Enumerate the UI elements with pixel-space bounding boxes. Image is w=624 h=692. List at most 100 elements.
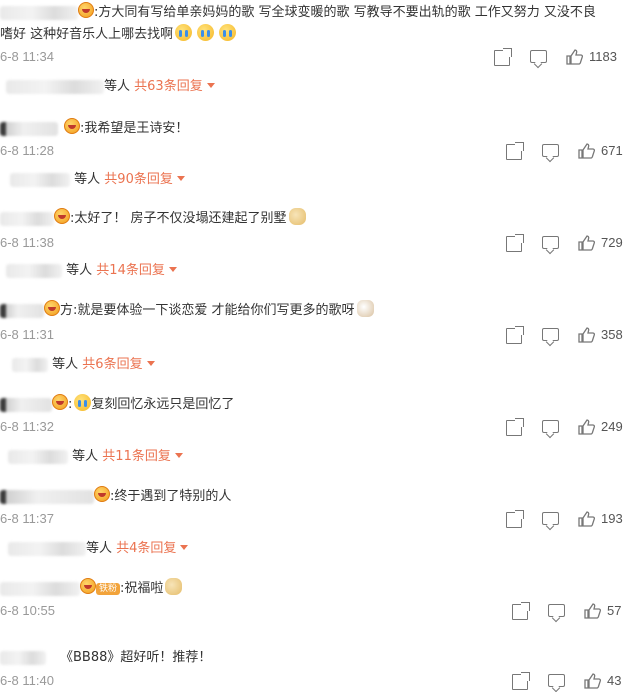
fan-badge: 铁粉: [96, 583, 121, 595]
blurred-username: [8, 541, 86, 556]
comment-text: :方大同有写给单亲妈妈的歌 写全球变暖的歌 写教导不要出轨的歌 工作又努力 又没…: [94, 5, 596, 20]
comment-text-row: :终于遇到了特别的人: [0, 486, 231, 507]
share-icon: [506, 510, 524, 528]
reply-summary[interactable]: 等人 共6条回复: [12, 356, 155, 374]
comment-time: 6-8 11:37: [0, 511, 54, 526]
comment-icon: [542, 328, 559, 341]
reply-summary[interactable]: 等人 共4条回复: [8, 540, 189, 558]
like-count: 358: [601, 327, 623, 342]
blurred-username[interactable]: [0, 397, 52, 412]
vip-badge-icon: [54, 208, 70, 224]
comment-actions: 671: [506, 142, 624, 162]
like-count: 671: [601, 143, 623, 158]
reply-count-link[interactable]: 共63条回复: [134, 79, 203, 94]
chevron-down-icon: [206, 83, 215, 88]
reply-count-link[interactable]: 共4条回复: [116, 541, 176, 556]
reply-prefix: 等人: [66, 263, 93, 278]
comment-text-row: 《BB88》超好听！推荐！: [0, 648, 211, 668]
comment-icon: [548, 674, 565, 687]
blurred-username[interactable]: [0, 489, 94, 504]
comment-actions: 358: [506, 326, 624, 346]
blurred-username[interactable]: [0, 650, 46, 665]
comment-text: :我希望是王诗安！: [80, 121, 189, 136]
blurred-username: [12, 357, 48, 372]
comment-text-row: :我希望是王诗安！: [0, 118, 188, 139]
reply-prefix: 等人: [72, 449, 99, 464]
thumbs-up-icon: [578, 327, 595, 343]
cat-emoji-icon: [356, 300, 374, 317]
thumbs-up-icon: [578, 511, 595, 527]
comment-text-row: : 复刻回忆永远只是回忆了: [0, 394, 234, 415]
blurred-username[interactable]: [0, 5, 78, 20]
comment-text: :太好了！ 房子不仅没塌还建起了别墅: [70, 211, 287, 226]
comment-actions: 43: [512, 672, 624, 692]
comment-separator: :: [68, 397, 73, 412]
share-icon: [494, 48, 512, 66]
reply-summary[interactable]: 等人 共90条回复: [10, 171, 185, 189]
comment-text: :祝福啦: [120, 581, 164, 596]
like-count: 729: [601, 235, 623, 250]
reply-count-link[interactable]: 共6条回复: [82, 357, 142, 372]
comment-icon: [542, 144, 559, 157]
comment-time: 6-8 11:31: [0, 327, 54, 342]
like-count: 249: [601, 419, 623, 434]
comment-time: 6-8 11:34: [0, 49, 54, 64]
comment-text: 方:就是要体验一下谈恋爱 才能给你们写更多的歌呀: [60, 303, 355, 318]
share-icon: [512, 602, 530, 620]
comment-text-row: 铁粉:祝福啦: [0, 578, 183, 599]
vip-badge-icon: [78, 2, 94, 18]
reply-prefix: 等人: [74, 172, 101, 187]
reply-count-link[interactable]: 共14条回复: [96, 263, 165, 278]
comment-icon: [548, 604, 565, 617]
share-icon: [506, 326, 524, 344]
comment-text-row: :太好了！ 房子不仅没塌还建起了别墅: [0, 208, 306, 229]
thumbs-up-icon: [578, 143, 595, 159]
doge-emoji-icon: [288, 208, 306, 225]
like-count: 193: [601, 511, 623, 526]
blurred-username[interactable]: [0, 303, 44, 318]
comment-icon: [542, 420, 559, 433]
crying-emoji-icon: [197, 24, 215, 41]
thumbs-up-icon: [566, 49, 583, 65]
comment-text-row: 方:就是要体验一下谈恋爱 才能给你们写更多的歌呀: [0, 300, 374, 321]
reply-summary[interactable]: 等人 共14条回复: [6, 262, 177, 280]
blurred-username: [8, 449, 68, 464]
reply-count-link[interactable]: 共11条回复: [102, 449, 171, 464]
blurred-username[interactable]: [0, 211, 54, 226]
comment-actions: 193: [506, 510, 624, 530]
doge-emoji-icon: [165, 578, 183, 595]
blurred-username[interactable]: [0, 121, 58, 136]
crying-emoji-icon: [219, 24, 237, 41]
share-icon: [506, 234, 524, 252]
comment-time: 6-8 11:38: [0, 235, 54, 250]
blurred-username: [10, 172, 70, 187]
comment-actions: 729: [506, 234, 624, 254]
comment-actions: 249: [506, 418, 624, 438]
comment-icon: [542, 512, 559, 525]
blurred-username: [6, 79, 104, 94]
chevron-down-icon: [168, 267, 177, 272]
comment-text: 《BB88》超好听！推荐！: [60, 650, 212, 665]
reply-summary[interactable]: 等人 共63条回复: [6, 78, 215, 96]
comment-time: 6-8 11:40: [0, 673, 54, 688]
chevron-down-icon: [174, 453, 183, 458]
reply-count-link[interactable]: 共90条回复: [104, 172, 173, 187]
crying-emoji-icon: [74, 394, 92, 411]
comment-icon: [530, 50, 547, 63]
comment-time: 6-8 11:28: [0, 143, 54, 158]
comment-text-row: :方大同有写给单亲妈妈的歌 写全球变暖的歌 写教导不要出轨的歌 工作又努力 又没…: [0, 2, 596, 23]
share-icon: [512, 672, 530, 690]
thumbs-up-icon: [584, 673, 601, 689]
comment-actions: 1183: [494, 48, 624, 68]
like-count: 57: [607, 603, 622, 618]
crying-emoji-icon: [175, 24, 193, 41]
chevron-down-icon: [176, 176, 185, 181]
vip-badge-icon: [94, 486, 110, 502]
blurred-username[interactable]: [0, 581, 80, 596]
reply-prefix: 等人: [86, 541, 113, 556]
comment-text: 复刻回忆永远只是回忆了: [91, 397, 235, 412]
thumbs-up-icon: [578, 419, 595, 435]
chevron-down-icon: [180, 545, 189, 550]
vip-badge-icon: [52, 394, 68, 410]
reply-summary[interactable]: 等人 共11条回复: [8, 448, 183, 466]
